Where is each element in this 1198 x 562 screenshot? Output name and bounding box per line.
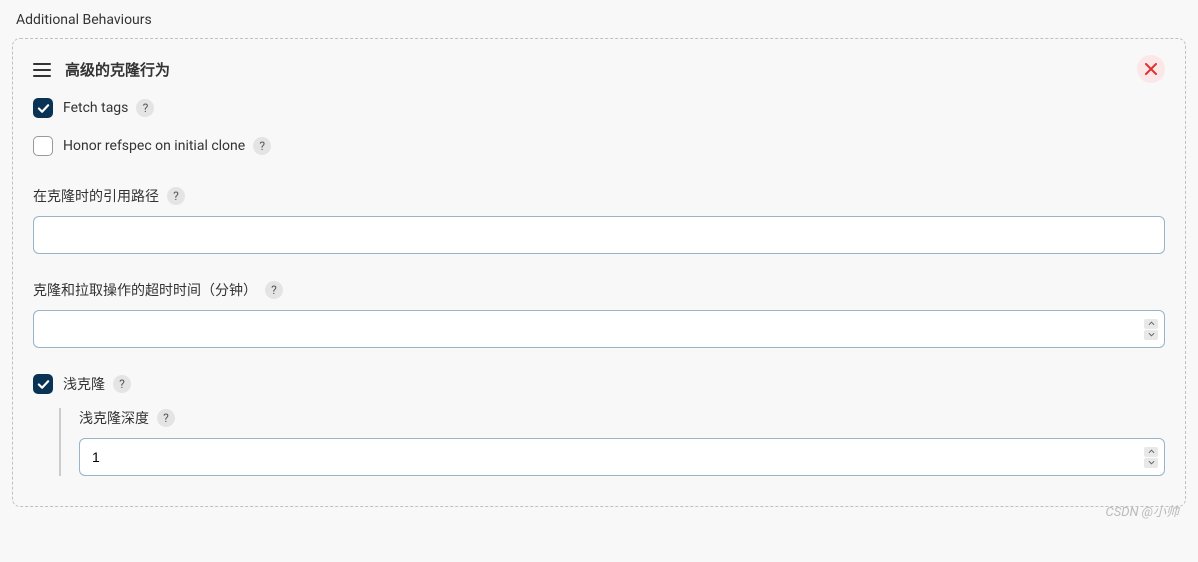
chevron-up-icon	[1148, 449, 1155, 454]
reference-path-group: 在克隆时的引用路径 ?	[33, 186, 1165, 254]
chevron-down-icon	[1148, 460, 1155, 465]
chevron-down-icon	[1148, 332, 1155, 337]
shallow-depth-input[interactable]	[92, 449, 1144, 465]
close-icon	[1145, 63, 1157, 75]
spinner-up-button[interactable]	[1144, 319, 1158, 329]
fetch-tags-checkbox[interactable]	[33, 98, 53, 118]
watermark-text: CSDN @小帅	[1106, 501, 1180, 520]
help-icon[interactable]: ?	[167, 187, 185, 205]
timeout-spinner	[1144, 319, 1158, 340]
shallow-clone-label: 浅克隆	[63, 374, 105, 394]
shallow-clone-row: 浅克隆 ?	[33, 374, 1165, 394]
drag-handle-icon[interactable]	[33, 63, 51, 77]
panel-header: 高级的克隆行为	[33, 59, 1165, 80]
spinner-up-button[interactable]	[1144, 447, 1158, 457]
timeout-input-wrapper	[33, 310, 1165, 348]
help-icon[interactable]: ?	[113, 375, 131, 393]
shallow-depth-label: 浅克隆深度	[79, 408, 149, 428]
fetch-tags-label: Fetch tags	[63, 100, 128, 116]
spinner-down-button[interactable]	[1144, 330, 1158, 340]
timeout-group: 克隆和拉取操作的超时时间（分钟） ?	[33, 280, 1165, 348]
fetch-tags-row: Fetch tags ?	[33, 98, 1165, 118]
shallow-clone-checkbox[interactable]	[33, 374, 53, 394]
check-icon	[37, 378, 50, 391]
shallow-depth-block: 浅克隆深度 ?	[59, 408, 1165, 476]
shallow-depth-input-wrapper	[79, 438, 1165, 476]
help-icon[interactable]: ?	[265, 281, 283, 299]
reference-path-input[interactable]	[33, 216, 1165, 254]
close-button[interactable]	[1137, 55, 1165, 83]
reference-path-label: 在克隆时的引用路径	[33, 186, 159, 206]
help-icon[interactable]: ?	[157, 409, 175, 427]
section-title: Additional Behaviours	[16, 12, 1186, 28]
shallow-clone-section: 浅克隆 ? 浅克隆深度 ?	[33, 374, 1165, 476]
honor-refspec-row: Honor refspec on initial clone ?	[33, 136, 1165, 156]
help-icon[interactable]: ?	[136, 99, 154, 117]
honor-refspec-checkbox[interactable]	[33, 136, 53, 156]
timeout-input[interactable]	[46, 321, 1144, 337]
spinner-down-button[interactable]	[1144, 458, 1158, 468]
behaviour-panel: 高级的克隆行为 Fetch tags ? Honor refspec on in…	[12, 38, 1186, 507]
honor-refspec-label: Honor refspec on initial clone	[63, 138, 245, 154]
panel-title: 高级的克隆行为	[65, 59, 170, 80]
check-icon	[37, 102, 50, 115]
help-icon[interactable]: ?	[253, 137, 271, 155]
depth-spinner	[1144, 447, 1158, 468]
chevron-up-icon	[1148, 321, 1155, 326]
timeout-label: 克隆和拉取操作的超时时间（分钟）	[33, 280, 257, 300]
